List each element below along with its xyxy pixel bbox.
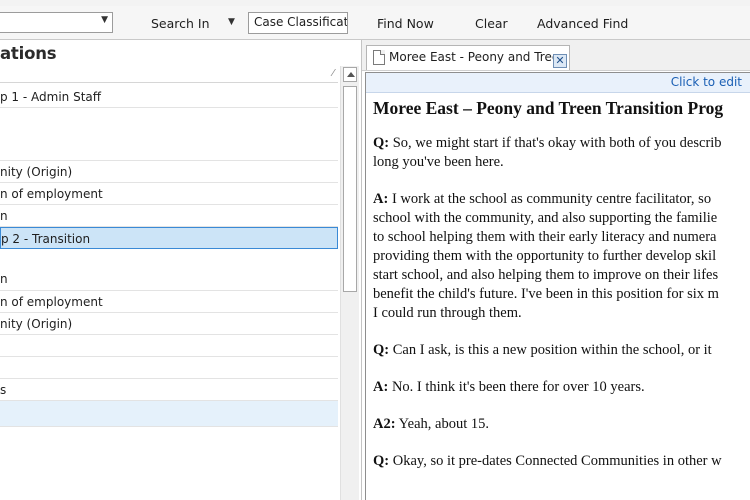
transcript-line: Q: Okay, so it pre-dates Connected Commu… [373, 452, 750, 471]
line-text: I could run through them. [373, 305, 522, 321]
line-text: Can I ask, is this a new position within… [392, 342, 712, 358]
list-item[interactable]: n [0, 249, 338, 291]
document-viewer[interactable]: Click to edit Moree East – Peony and Tre… [365, 72, 750, 500]
list-item-label: p 1 - Admin Staff [0, 90, 102, 104]
line-text: providing them with the opportunity to f… [373, 248, 717, 264]
search-in-button[interactable]: Search In [151, 16, 210, 31]
list-item-label: nity (Origin) [0, 165, 73, 179]
speaker-label: Q: [373, 135, 390, 151]
pane-title: ations [0, 44, 57, 63]
transcript-line: providing them with the opportunity to f… [373, 247, 750, 266]
list-item-label: n of employment [0, 295, 103, 309]
list-item-selected[interactable]: p 2 - Transition [0, 227, 338, 249]
speaker-label: A: [373, 379, 389, 395]
transcript-paragraph: A2: Yeah, about 15. [373, 415, 750, 434]
document-pane: Moree East - Peony and Treen ✕ Click to … [362, 40, 750, 500]
scrollbar-thumb[interactable] [343, 86, 357, 292]
case-classifications-pane: ations ⁄ p 1 - Admin Staff nity (Origin)… [0, 40, 362, 500]
classification-list: p 1 - Admin Staff nity (Origin) n of emp… [0, 86, 338, 427]
line-text: benefit the child's future. I've been in… [373, 286, 719, 302]
list-item[interactable]: n [0, 205, 338, 227]
transcript-paragraph: Q: Okay, so it pre-dates Connected Commu… [373, 452, 750, 471]
list-item-label: p 2 - Transition [1, 232, 91, 246]
line-text: No. I think it's been there for over 10 … [391, 379, 645, 395]
search-scope-field[interactable]: Case Classificati [248, 12, 348, 34]
line-text: school with the community, and also supp… [373, 210, 718, 226]
list-item[interactable] [0, 357, 338, 379]
click-to-edit-link[interactable]: Click to edit [671, 75, 742, 89]
chevron-down-icon[interactable]: ▼ [101, 15, 108, 25]
transcript-line: Q: So, we might start if that's okay wit… [373, 134, 750, 153]
close-icon[interactable]: ✕ [553, 54, 567, 68]
line-text: Yeah, about 15. [398, 416, 490, 432]
document-tab-label: Moree East - Peony and Treen [389, 50, 567, 64]
transcript-paragraph: A: No. I think it's been there for over … [373, 378, 750, 397]
sort-indicator-icon[interactable]: ⁄ [332, 68, 334, 79]
list-item[interactable]: n of employment [0, 291, 338, 313]
list-item-label: n [0, 209, 8, 223]
transcript-paragraph: A: I work at the school as community cen… [373, 190, 750, 323]
speaker-label: Q: [373, 342, 390, 358]
list-item[interactable]: n of employment [0, 183, 338, 205]
list-item-label: n of employment [0, 187, 103, 201]
transcript-line: A: I work at the school as community cen… [373, 190, 750, 209]
line-text: start school, and also helping them to i… [373, 267, 719, 283]
list-item[interactable] [0, 108, 338, 161]
transcript-paragraph: Q: Can I ask, is this a new position wit… [373, 341, 750, 360]
transcript: Q: So, we might start if that's okay wit… [373, 134, 750, 471]
list-item-label: s [0, 383, 7, 397]
advanced-find-button[interactable]: Advanced Find [537, 16, 628, 31]
list-item[interactable]: s [0, 379, 338, 401]
scroll-up-arrow-icon[interactable] [343, 67, 357, 82]
find-bar: ▼ Search In ▼ Case Classificati Find Now… [0, 6, 750, 40]
list-item[interactable] [0, 335, 338, 357]
document-tab[interactable]: Moree East - Peony and Treen ✕ [366, 45, 570, 70]
speaker-label: Q: [373, 453, 390, 469]
line-text: long you've been here. [373, 154, 504, 170]
transcript-line: school with the community, and also supp… [373, 209, 750, 228]
list-item-label: nity (Origin) [0, 317, 73, 331]
clear-button[interactable]: Clear [475, 16, 508, 31]
list-item[interactable]: nity (Origin) [0, 161, 338, 183]
find-now-button[interactable]: Find Now [377, 16, 434, 31]
document-tab-strip: Moree East - Peony and Treen ✕ [362, 40, 750, 71]
transcript-line: benefit the child's future. I've been in… [373, 285, 750, 304]
list-item[interactable] [0, 401, 338, 427]
speaker-label: A2: [373, 416, 396, 432]
transcript-paragraph: Q: So, we might start if that's okay wit… [373, 134, 750, 172]
transcript-line: A2: Yeah, about 15. [373, 415, 750, 434]
edit-bar: Click to edit [366, 73, 750, 93]
transcript-line: I could run through them. [373, 304, 750, 323]
line-text: Okay, so it pre-dates Connected Communit… [392, 453, 722, 469]
list-item-label: n [0, 272, 8, 286]
transcript-line: long you've been here. [373, 153, 750, 172]
line-text: So, we might start if that's okay with b… [392, 135, 722, 151]
speaker-label: A: [373, 191, 389, 207]
list-item[interactable]: p 1 - Admin Staff [0, 86, 338, 108]
line-text: I work at the school as community centre… [391, 191, 712, 207]
document-icon [373, 50, 385, 65]
list-column-header[interactable]: ⁄ [0, 67, 338, 83]
list-item[interactable]: nity (Origin) [0, 313, 338, 335]
line-text: to school helping them with their early … [373, 229, 717, 245]
chevron-down-icon[interactable]: ▼ [228, 17, 235, 27]
vertical-scrollbar[interactable] [340, 66, 359, 500]
document-body[interactable]: Moree East – Peony and Treen Transition … [373, 97, 750, 471]
document-title: Moree East – Peony and Treen Transition … [373, 98, 724, 118]
transcript-line: Q: Can I ask, is this a new position wit… [373, 341, 750, 360]
transcript-line: A: No. I think it's been there for over … [373, 378, 750, 397]
look-for-combobox[interactable]: ▼ [0, 12, 113, 33]
transcript-line: start school, and also helping them to i… [373, 266, 750, 285]
transcript-line: to school helping them with their early … [373, 228, 750, 247]
